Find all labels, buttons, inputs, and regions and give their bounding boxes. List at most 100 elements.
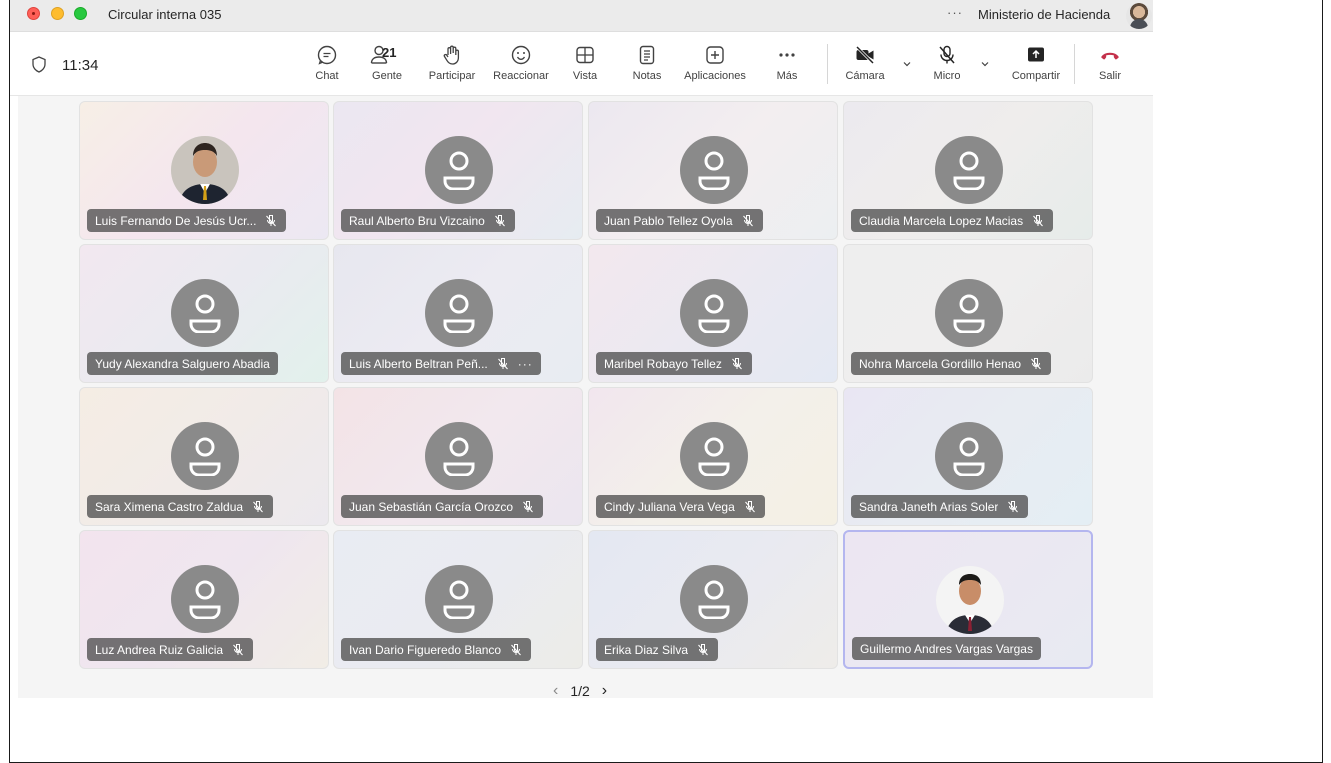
participant-tile[interactable]: Luis Alberto Beltran Peñ... ···: [333, 244, 583, 383]
close-window-button[interactable]: [27, 7, 40, 20]
mic-muted-icon: [731, 357, 742, 369]
account-avatar[interactable]: [1126, 3, 1152, 29]
participant-name-label: Claudia Marcela Lopez Macias: [851, 209, 1054, 232]
participant-name-label: Sara Ximena Castro Zaldua: [87, 495, 274, 518]
person-icon: [698, 151, 730, 190]
notes-button[interactable]: Notas: [627, 32, 667, 96]
camera-options-chevron-icon[interactable]: [903, 60, 911, 68]
grid-view-icon: [576, 46, 594, 64]
person-icon: [953, 294, 985, 333]
participant-tile[interactable]: Cindy Juliana Vera Vega: [588, 387, 838, 526]
apps-label: Aplicaciones: [684, 70, 746, 82]
participant-tile[interactable]: Juan Sebastián García Orozco: [333, 387, 583, 526]
participant-tile[interactable]: Nohra Marcela Gordillo Henao: [843, 244, 1093, 383]
participant-name: Yudy Alexandra Salguero Abadia: [95, 356, 270, 371]
participant-avatar: [171, 565, 239, 633]
participant-tile[interactable]: Erika Diaz Silva: [588, 530, 838, 669]
mic-muted-icon: [744, 500, 755, 512]
mic-options-chevron-icon[interactable]: [981, 60, 989, 68]
participant-avatar: [680, 279, 748, 347]
meeting-timer: 11:34: [62, 57, 99, 74]
participant-name-label: Erika Diaz Silva: [596, 638, 719, 661]
add-app-icon: [706, 46, 724, 64]
participant-name-label: Sandra Janeth Arias Soler: [851, 495, 1029, 518]
hang-up-icon: [1101, 52, 1119, 60]
person-icon: [698, 437, 730, 476]
page-indicator: 1/2: [570, 683, 590, 699]
person-icon: [189, 294, 221, 333]
participant-tile[interactable]: Sara Ximena Castro Zaldua: [79, 387, 329, 526]
participant-tile[interactable]: Luz Andrea Ruiz Galicia: [79, 530, 329, 669]
mic-muted-icon: [511, 643, 522, 655]
share-icon: [1028, 47, 1044, 62]
mic-muted-icon: [266, 214, 277, 226]
raise-hand-label: Participar: [428, 70, 476, 82]
chat-label: Chat: [315, 70, 339, 82]
zoom-window-button[interactable]: [74, 7, 87, 20]
participant-avatar: [171, 279, 239, 347]
camera-label: Cámara: [845, 70, 885, 82]
participant-tile[interactable]: Juan Pablo Tellez Oyola: [588, 101, 838, 240]
participant-name-label: Yudy Alexandra Salguero Abadia: [87, 352, 278, 375]
participant-name-label: Maribel Robayo Tellez: [596, 352, 752, 375]
title-bar: Circular interna 035 ··· Ministerio de H…: [10, 0, 1153, 32]
react-button[interactable]: Reaccionar: [486, 32, 556, 96]
participant-name: Cindy Juliana Vera Vega: [604, 499, 735, 514]
participant-avatar: [935, 422, 1003, 490]
mic-muted-icon: [698, 643, 708, 655]
people-button[interactable]: 21 Gente: [360, 32, 414, 96]
notes-icon: [639, 45, 655, 65]
person-icon: [443, 580, 475, 619]
participant-name: Maribel Robayo Tellez: [604, 356, 722, 371]
participant-tile[interactable]: Raul Alberto Bru Vizcaino: [333, 101, 583, 240]
person-icon: [698, 580, 730, 619]
toolbar-divider: [1074, 44, 1075, 84]
next-page-chevron-icon[interactable]: ›: [602, 682, 607, 700]
mic-muted-icon: [1008, 500, 1019, 512]
window-title: Circular interna 035: [108, 7, 222, 22]
participant-tile[interactable]: Ivan Dario Figueredo Blanco: [333, 530, 583, 669]
participant-avatar: [680, 565, 748, 633]
react-label: Reaccionar: [493, 70, 549, 82]
participant-name-label: Guillermo Andres Vargas Vargas: [852, 637, 1041, 660]
previous-page-chevron-icon[interactable]: ‹: [553, 682, 558, 700]
chat-icon: [317, 45, 337, 65]
participant-tile[interactable]: Claudia Marcela Lopez Macias: [843, 101, 1093, 240]
more-options-icon[interactable]: ···: [947, 5, 963, 20]
participant-name-label: Cindy Juliana Vera Vega: [596, 495, 765, 518]
apps-button[interactable]: Aplicaciones: [677, 32, 753, 96]
participant-avatar: [935, 279, 1003, 347]
participant-name: Sandra Janeth Arias Soler: [859, 499, 999, 514]
mic-muted-icon: [253, 500, 263, 512]
camera-button[interactable]: Cámara: [842, 32, 888, 96]
minimize-window-button[interactable]: [51, 7, 64, 20]
more-label: Más: [776, 70, 798, 82]
smiley-icon: [511, 45, 531, 65]
participant-tile[interactable]: Maribel Robayo Tellez: [588, 244, 838, 383]
more-icon: [779, 53, 795, 57]
raise-hand-button[interactable]: Participar: [422, 32, 482, 96]
participant-name: Ivan Dario Figueredo Blanco: [349, 642, 502, 657]
participant-more-icon[interactable]: ···: [518, 357, 533, 371]
organization-name[interactable]: Ministerio de Hacienda: [978, 7, 1110, 22]
more-button[interactable]: Más: [770, 32, 804, 96]
share-button[interactable]: Compartir: [1005, 32, 1067, 96]
participant-avatar: [935, 136, 1003, 204]
participant-name: Erika Diaz Silva: [604, 642, 689, 657]
participant-tile[interactable]: Sandra Janeth Arias Soler: [843, 387, 1093, 526]
participant-tile[interactable]: Luis Fernando De Jesús Ucr...: [79, 101, 329, 240]
view-button[interactable]: Vista: [565, 32, 605, 96]
participant-name-label: Luis Alberto Beltran Peñ... ···: [341, 352, 541, 375]
chat-button[interactable]: Chat: [305, 32, 349, 96]
pagination: ‹ 1/2 ›: [553, 682, 607, 700]
participant-photo: [936, 566, 1004, 634]
view-label: Vista: [572, 70, 598, 82]
participant-tile[interactable]: Yudy Alexandra Salguero Abadia: [79, 244, 329, 383]
toolbar-divider: [827, 44, 828, 84]
leave-button[interactable]: Salir: [1093, 32, 1127, 96]
participant-avatar: [425, 565, 493, 633]
mic-button[interactable]: Micro: [927, 32, 967, 96]
participant-name: Sara Ximena Castro Zaldua: [95, 499, 244, 514]
person-icon: [953, 151, 985, 190]
participant-tile[interactable]: Guillermo Andres Vargas Vargas: [843, 530, 1093, 669]
